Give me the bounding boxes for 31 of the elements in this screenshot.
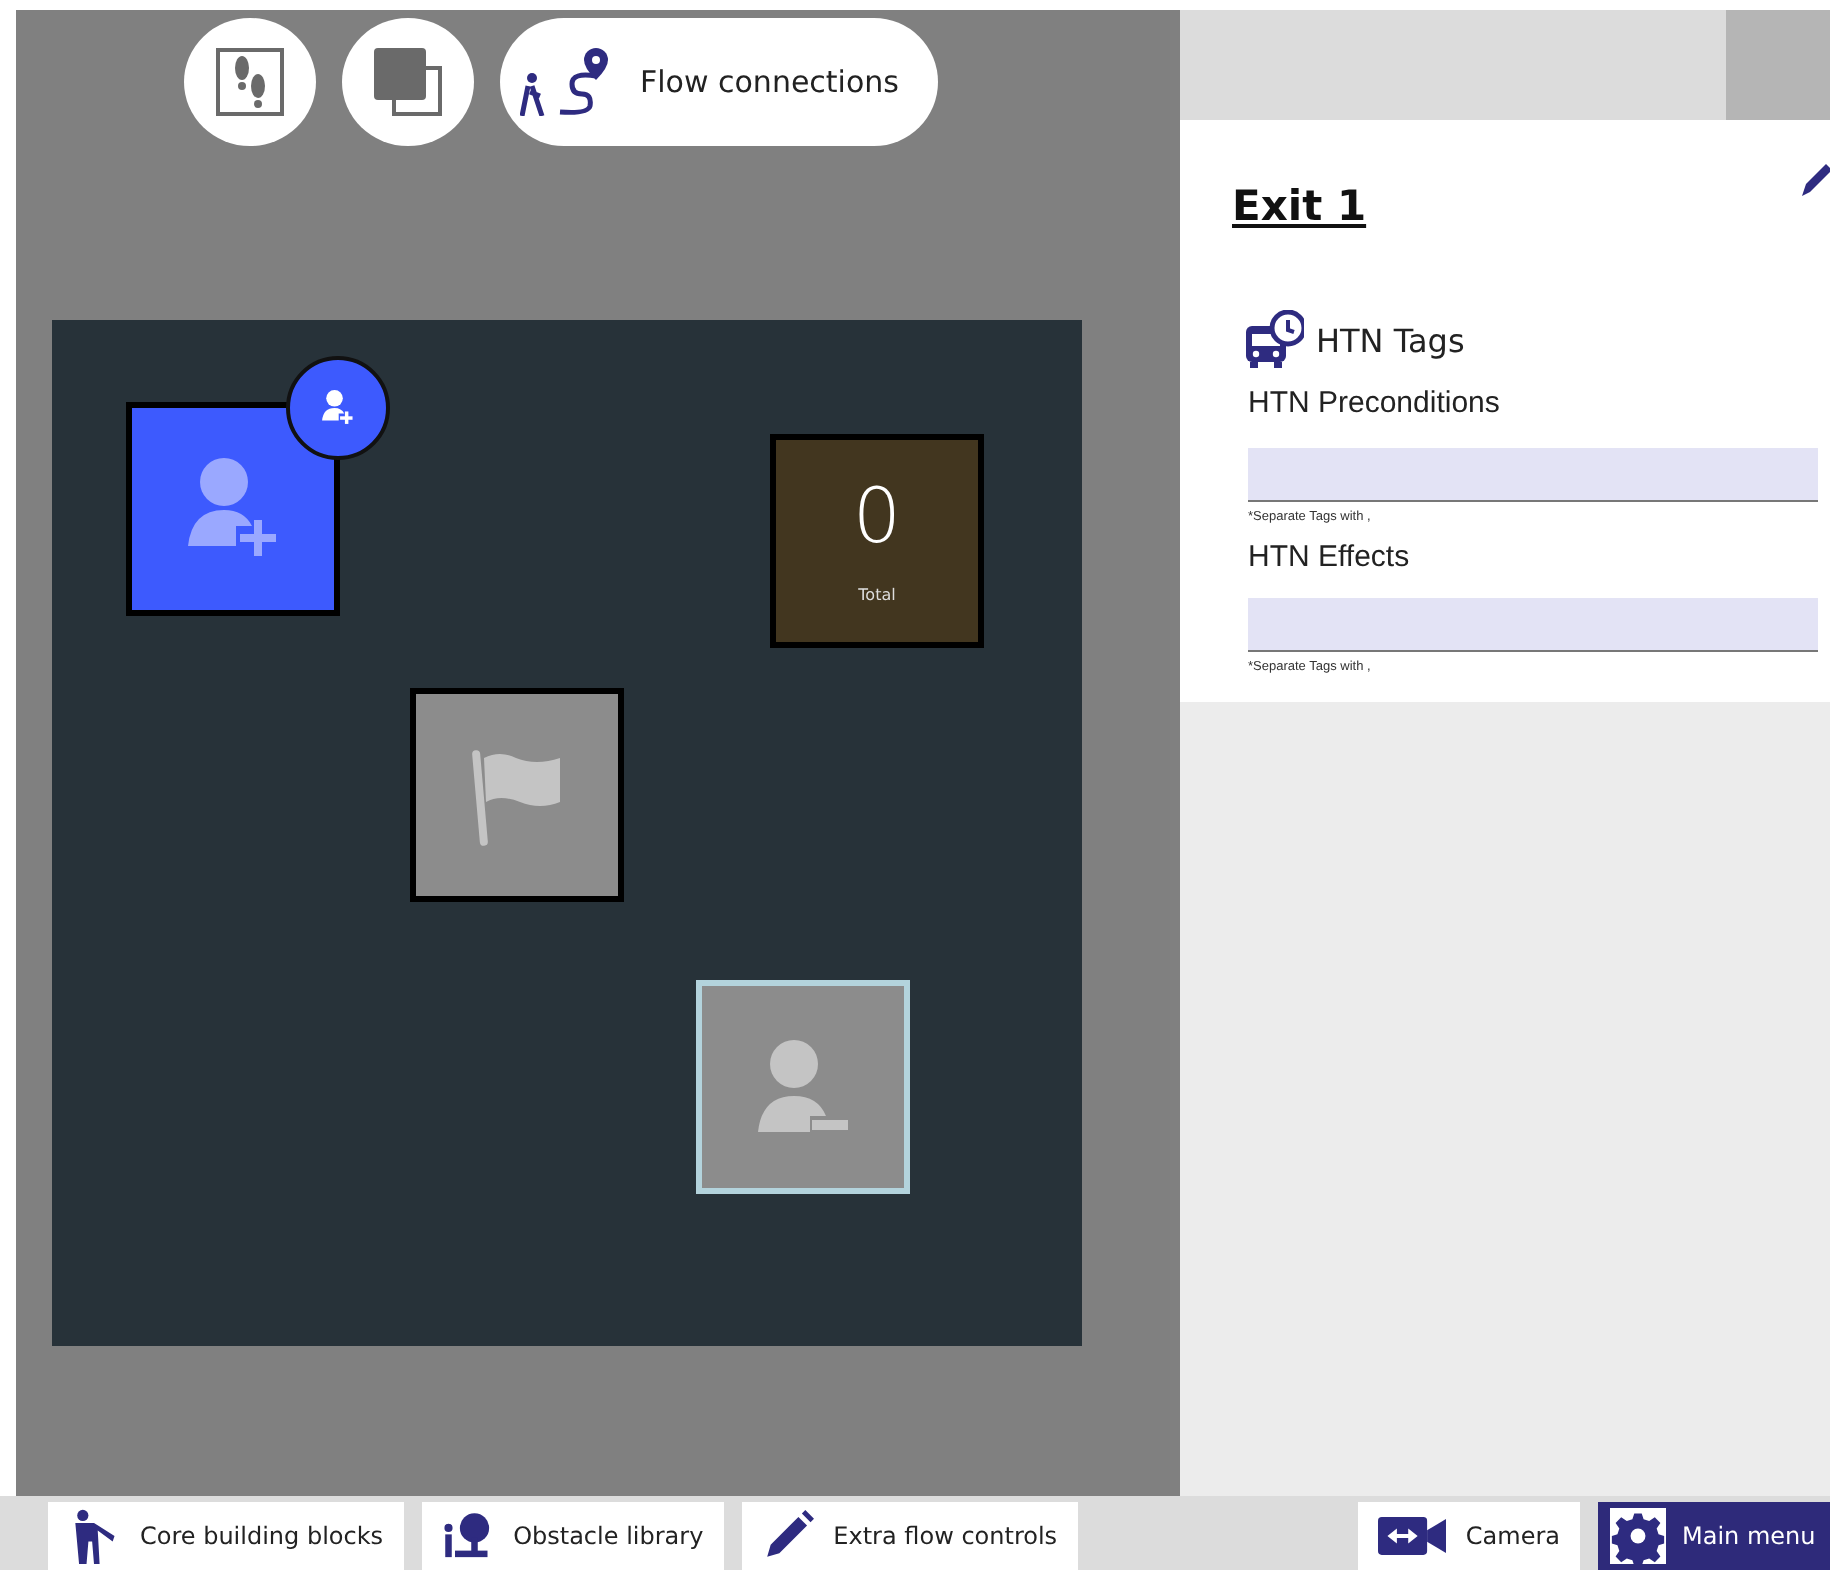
main-menu-button[interactable]: Main menu bbox=[1598, 1502, 1830, 1570]
add-person-icon bbox=[187, 457, 279, 561]
canvas[interactable]: 0 Total bbox=[52, 320, 1082, 1346]
flag-icon bbox=[471, 745, 563, 845]
counter-value: 0 bbox=[852, 478, 902, 554]
counter-label: Total bbox=[858, 586, 896, 604]
counter-node[interactable]: 0 Total bbox=[770, 434, 984, 648]
bus-clock-icon bbox=[1244, 310, 1304, 370]
gear-icon bbox=[1610, 1508, 1666, 1564]
footsteps-icon bbox=[216, 48, 284, 116]
remove-person-icon bbox=[757, 1039, 849, 1135]
video-camera-icon bbox=[1377, 1512, 1446, 1560]
tags-input-field[interactable] bbox=[1248, 448, 1818, 502]
section-title: HTN Tags bbox=[1316, 321, 1465, 359]
spawner-node[interactable] bbox=[126, 402, 340, 616]
field-label: HTN Preconditions bbox=[1248, 386, 1502, 420]
add-person-button[interactable] bbox=[286, 356, 390, 460]
flow-connections-button[interactable]: Flow connections bbox=[500, 18, 939, 146]
bottom-tab[interactable]: Extra flow controls bbox=[741, 1502, 1078, 1570]
layers-icon bbox=[372, 46, 444, 118]
inspector-title: Exit 1 bbox=[1232, 182, 1369, 230]
bottom-tab[interactable]: Obstacle library bbox=[421, 1502, 724, 1570]
add-person-icon bbox=[322, 390, 354, 426]
despawner-node[interactable] bbox=[696, 980, 910, 1194]
tags-input-field[interactable] bbox=[1248, 598, 1818, 652]
bottom-tab[interactable]: Camera bbox=[1357, 1502, 1580, 1570]
bottom-tab[interactable]: Core building blocks bbox=[48, 1502, 404, 1570]
pencil-icon[interactable] bbox=[1802, 160, 1830, 200]
field-label: HTN Effects bbox=[1248, 540, 1412, 574]
goal-node[interactable] bbox=[410, 688, 624, 902]
route-icon bbox=[520, 48, 612, 116]
